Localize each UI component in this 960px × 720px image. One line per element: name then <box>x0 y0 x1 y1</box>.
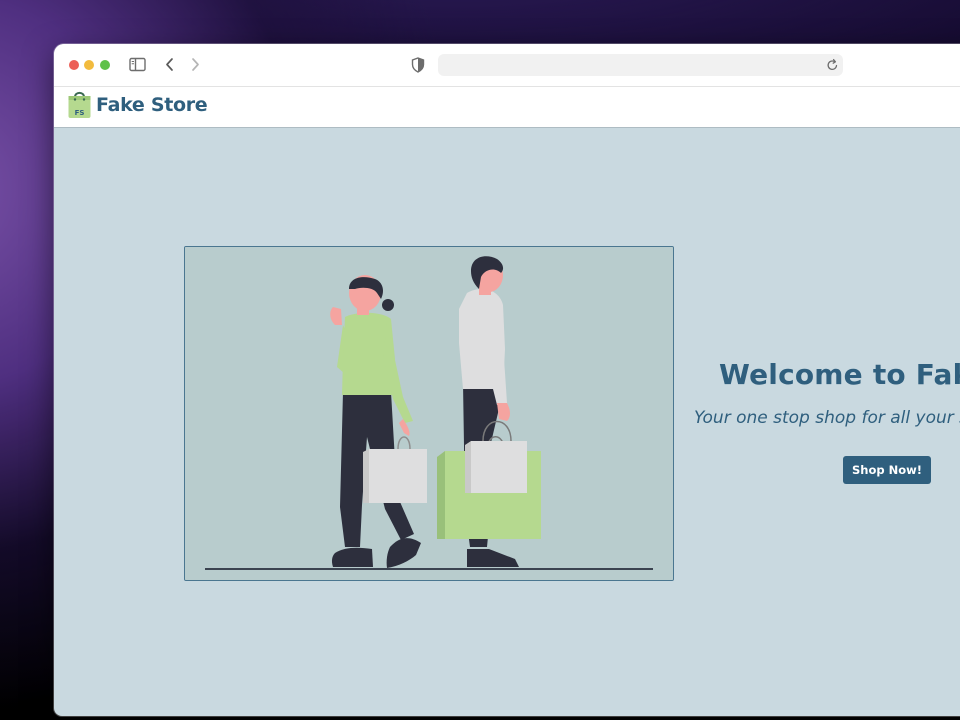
browser-toolbar <box>54 44 960 87</box>
shop-now-button[interactable]: Shop Now! <box>843 456 931 484</box>
hero-title: Welcome to Fake <box>719 358 960 391</box>
minimize-window-button[interactable] <box>84 60 94 70</box>
hero-illustration <box>184 246 674 581</box>
maximize-window-button[interactable] <box>100 60 110 70</box>
shield-icon[interactable] <box>411 57 425 73</box>
shopping-bag-logo-icon: FS <box>68 91 91 118</box>
hero-subtitle: Your one stop shop for all your s <box>694 408 960 428</box>
close-window-button[interactable] <box>69 60 79 70</box>
sidebar-icon[interactable] <box>129 57 146 72</box>
brand-name[interactable]: Fake Store <box>96 94 208 116</box>
logo-badge-text: FS <box>75 109 85 117</box>
browser-window: FS Fake Store Welcome to Fa Your one sto… <box>54 44 960 716</box>
address-bar[interactable] <box>438 54 843 76</box>
site-navbar: FS Fake Store <box>54 87 960 128</box>
reload-icon[interactable] <box>826 58 839 72</box>
chevron-left-icon[interactable] <box>162 56 178 73</box>
chevron-right-icon[interactable] <box>187 56 203 73</box>
brand-logo-link[interactable]: FS Fake Store <box>67 90 208 119</box>
